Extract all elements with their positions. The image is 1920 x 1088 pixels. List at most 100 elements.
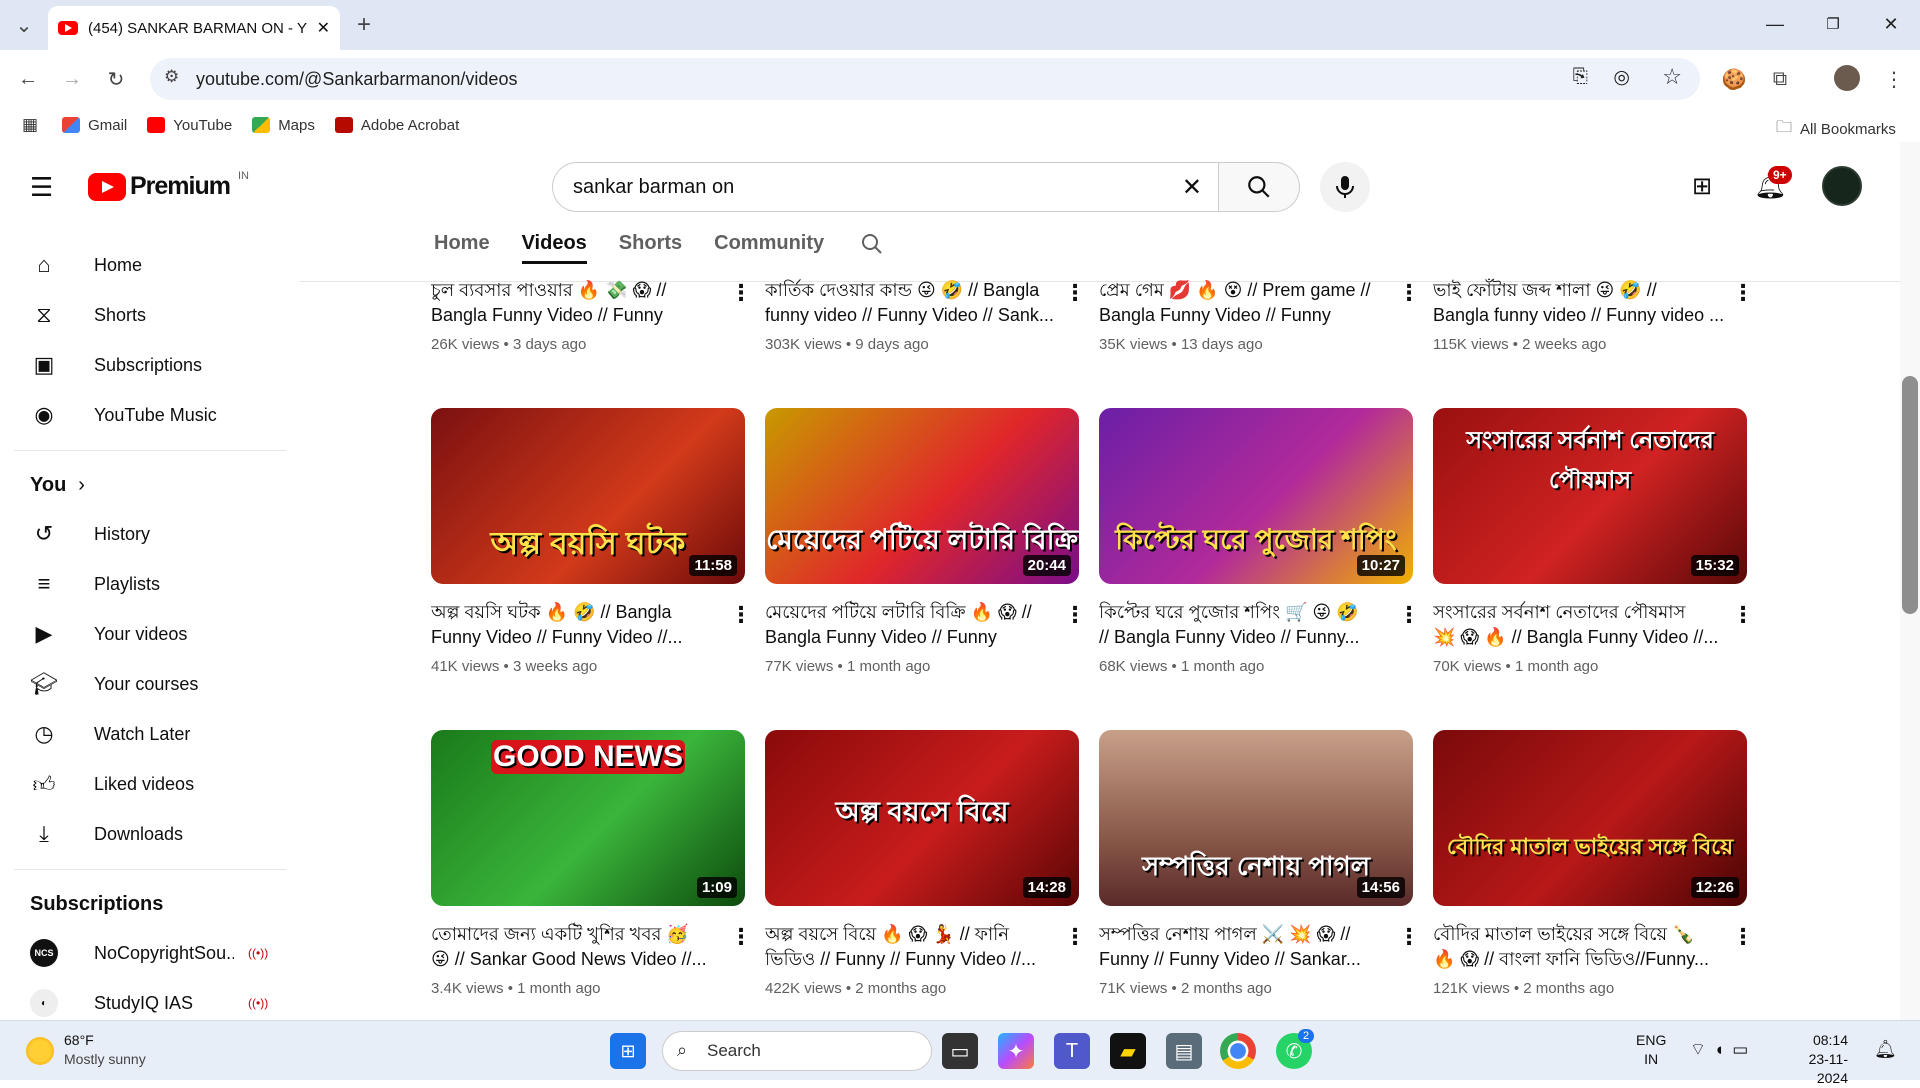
video-more-icon[interactable]: ⋮	[1732, 280, 1754, 306]
voice-search-button[interactable]	[1320, 162, 1370, 212]
create-video-icon[interactable]: ⊞	[1692, 172, 1712, 201]
clock[interactable]: 08:14 23-11-2024	[1784, 1031, 1848, 1088]
tab-search-chevron-icon[interactable]: ⌄	[6, 7, 42, 43]
all-bookmarks[interactable]: 🗀 All Bookmarks	[1776, 116, 1896, 143]
chrome-taskbar-icon[interactable]	[1220, 1033, 1256, 1069]
weather-sun-icon[interactable]	[26, 1037, 54, 1065]
video-card[interactable]: কিপ্টের ঘরে পুজোর শপিং 🛒 😜 🤣// Bangla Fu…	[1099, 600, 1391, 675]
scrollbar-thumb[interactable]	[1902, 376, 1918, 614]
video-more-icon[interactable]: ⋮	[1732, 602, 1754, 628]
bookmark-youtube[interactable]: YouTube	[147, 117, 232, 134]
video-thumbnail[interactable]: কিপ্টের ঘরে পুজোর শপিং 10:27	[1099, 408, 1413, 584]
weather-widget[interactable]: 68°F Mostly sunny	[64, 1031, 146, 1069]
sidebar-sub-studyiq[interactable]: ◐ StudyIQ IAS ((•))	[0, 978, 290, 1018]
profile-avatar[interactable]	[1834, 65, 1860, 91]
sidebar-item-home[interactable]: ⌂ Home	[0, 240, 290, 290]
new-tab-icon[interactable]: +	[346, 7, 382, 43]
video-more-icon[interactable]: ⋮	[730, 280, 752, 306]
video-more-icon[interactable]: ⋮	[1398, 924, 1420, 950]
window-close-icon[interactable]: ✕	[1862, 0, 1920, 48]
windows-start-icon[interactable]: ⊞	[610, 1033, 646, 1069]
extensions-puzzle-icon[interactable]: ⧉	[1762, 61, 1798, 97]
tab-community[interactable]: Community	[714, 232, 824, 264]
language-indicator[interactable]: ENG IN	[1636, 1031, 1666, 1069]
copilot-icon[interactable]: ✦	[998, 1033, 1034, 1069]
tab-home[interactable]: Home	[434, 232, 490, 264]
cookie-extension-icon[interactable]: 🍪	[1716, 61, 1752, 97]
bookmark-gmail[interactable]: Gmail	[62, 117, 127, 134]
sidebar-item-shorts[interactable]: ⧖ Shorts	[0, 290, 290, 340]
video-card[interactable]: চুল ব্যবসার পাওয়ার 🔥 💸 😱 //Bangla Funny…	[431, 278, 723, 353]
notification-center-icon[interactable]: 🔔︎	[1874, 1039, 1897, 1060]
sidebar-item-subscriptions[interactable]: ▣ Subscriptions	[0, 340, 290, 390]
video-more-icon[interactable]: ⋮	[1064, 280, 1086, 306]
sidebar-item-youtube-music[interactable]: ◉ YouTube Music	[0, 390, 290, 440]
video-more-icon[interactable]: ⋮	[1398, 280, 1420, 306]
video-more-icon[interactable]: ⋮	[730, 924, 752, 950]
forward-icon[interactable]: →	[54, 61, 90, 97]
video-card[interactable]: বৌদির মাতাল ভাইয়ের সঙ্গে বিয়ে 🍾 🔥 😱 // …	[1433, 922, 1725, 997]
back-icon[interactable]: ←	[10, 61, 46, 97]
sidebar-item-liked-videos[interactable]: 👍︎ Liked videos	[0, 759, 290, 809]
account-avatar[interactable]	[1822, 166, 1862, 206]
taskbar-search[interactable]: ⌕ Search	[662, 1031, 932, 1071]
video-card[interactable]: অল্প বয়সি ঘটক 🔥 🤣 // Bangla Funny Video …	[431, 600, 723, 675]
chevron-right-icon: ›	[78, 473, 85, 496]
sticky-notes-icon[interactable]: ▰	[1110, 1033, 1146, 1069]
video-more-icon[interactable]: ⋮	[1064, 924, 1086, 950]
video-thumbnail[interactable]: অল্প বয়সি ঘটক 11:58	[431, 408, 745, 584]
youtube-logo[interactable]: Premium IN	[88, 170, 249, 201]
channel-search-icon[interactable]	[860, 232, 884, 264]
bookmark-star-icon[interactable]: ☆	[1662, 64, 1682, 90]
apps-grid-icon[interactable]: ▦	[22, 115, 38, 135]
video-card[interactable]: ভাই ফোঁটায় জব্দ শালা 😜 🤣 //Bangla funny…	[1433, 278, 1725, 353]
tab-close-icon[interactable]: ✕	[317, 18, 330, 38]
hamburger-menu-icon[interactable]: ☰	[30, 172, 53, 203]
sidebar-item-downloads[interactable]: ⤓ Downloads	[0, 809, 290, 859]
video-thumbnail[interactable]: অল্প বয়সে বিয়ে 14:28	[765, 730, 1079, 906]
video-card[interactable]: প্রেম গেম 💋 🔥 😵 // Prem game //Bangla Fu…	[1099, 278, 1391, 353]
video-more-icon[interactable]: ⋮	[1732, 924, 1754, 950]
video-more-icon[interactable]: ⋮	[1064, 602, 1086, 628]
video-card[interactable]: মেয়েদের পটিয়ে লটারি বিক্রি 🔥 😱 //Bangl…	[765, 600, 1057, 675]
task-view-icon[interactable]: ▭	[942, 1033, 978, 1069]
system-tray-icons[interactable]: ⌔◖▭	[1690, 1039, 1756, 1060]
calculator-icon[interactable]: ▤	[1166, 1033, 1202, 1069]
clear-search-icon[interactable]: ✕	[1182, 173, 1202, 202]
sidebar-you-header[interactable]: You ›	[0, 461, 290, 509]
video-card[interactable]: অল্প বয়সে বিয়ে 🔥 😱 💃 // ফানি ভিডিও // F…	[765, 922, 1057, 997]
browser-tab[interactable]: (454) SANKAR BARMAN ON - Y ✕	[48, 6, 340, 50]
restore-icon[interactable]: ❐	[1804, 0, 1862, 48]
video-thumbnail[interactable]: GOOD NEWS 1:09	[431, 730, 745, 906]
video-thumbnail[interactable]: সংসারের সর্বনাশ নেতাদের পৌষমাস 15:32	[1433, 408, 1747, 584]
video-card[interactable]: সংসারের সর্বনাশ নেতাদের পৌষমাস 💥 😱 🔥 // B…	[1433, 600, 1725, 675]
video-card[interactable]: কার্তিক দেওয়ার কান্ড 😜 🤣 // Bangla funny…	[765, 278, 1057, 353]
sidebar-item-your-courses[interactable]: 🎓︎ Your courses	[0, 659, 290, 709]
sidebar-item-history[interactable]: ↺ History	[0, 509, 290, 559]
video-more-icon[interactable]: ⋮	[1398, 602, 1420, 628]
video-card[interactable]: সম্পত্তির নেশায় পাগল ⚔️ 💥 😱 //Funny // …	[1099, 922, 1391, 997]
search-button[interactable]	[1218, 162, 1300, 212]
video-thumbnail[interactable]: সম্পত্তির নেশায় পাগল 14:56	[1099, 730, 1413, 906]
sidebar-item-playlists[interactable]: ≡ Playlists	[0, 559, 290, 609]
tab-shorts[interactable]: Shorts	[619, 232, 682, 264]
eye-off-icon[interactable]: ◎	[1613, 66, 1630, 89]
reload-icon[interactable]: ↻	[98, 61, 134, 97]
site-info-icon[interactable]: ⚙	[164, 67, 179, 87]
video-thumbnail[interactable]: বৌদির মাতাল ভাইয়ের সঙ্গে বিয়ে 12:26	[1433, 730, 1747, 906]
bookmark-maps[interactable]: Maps	[252, 117, 315, 134]
chrome-menu-icon[interactable]: ⋮	[1876, 61, 1912, 97]
install-app-icon[interactable]: ⎘	[1573, 66, 1588, 88]
video-card[interactable]: তোমাদের জন্য একটি খুশির খবর 🥳 😜 // Sankar…	[431, 922, 723, 997]
address-bar[interactable]: ⚙ youtube.com/@Sankarbarmanon/videos ⎘ ◎…	[150, 58, 1700, 100]
minimize-icon[interactable]: —	[1746, 0, 1804, 48]
search-input[interactable]: sankar barman on ✕	[552, 162, 1218, 212]
teams-icon[interactable]: T	[1054, 1033, 1090, 1069]
tab-videos[interactable]: Videos	[521, 232, 587, 264]
sidebar-item-watch-later[interactable]: ◷ Watch Later	[0, 709, 290, 759]
video-more-icon[interactable]: ⋮	[730, 602, 752, 628]
sidebar-item-your-videos[interactable]: ▶ Your videos	[0, 609, 290, 659]
video-thumbnail[interactable]: মেয়েদের পটিয়ে লটারি বিক্রি 20:44	[765, 408, 1079, 584]
bookmark-acrobat[interactable]: Adobe Acrobat	[334, 117, 459, 134]
sidebar-sub-nocopyright[interactable]: NCS NoCopyrightSou... ((•))	[0, 928, 290, 978]
